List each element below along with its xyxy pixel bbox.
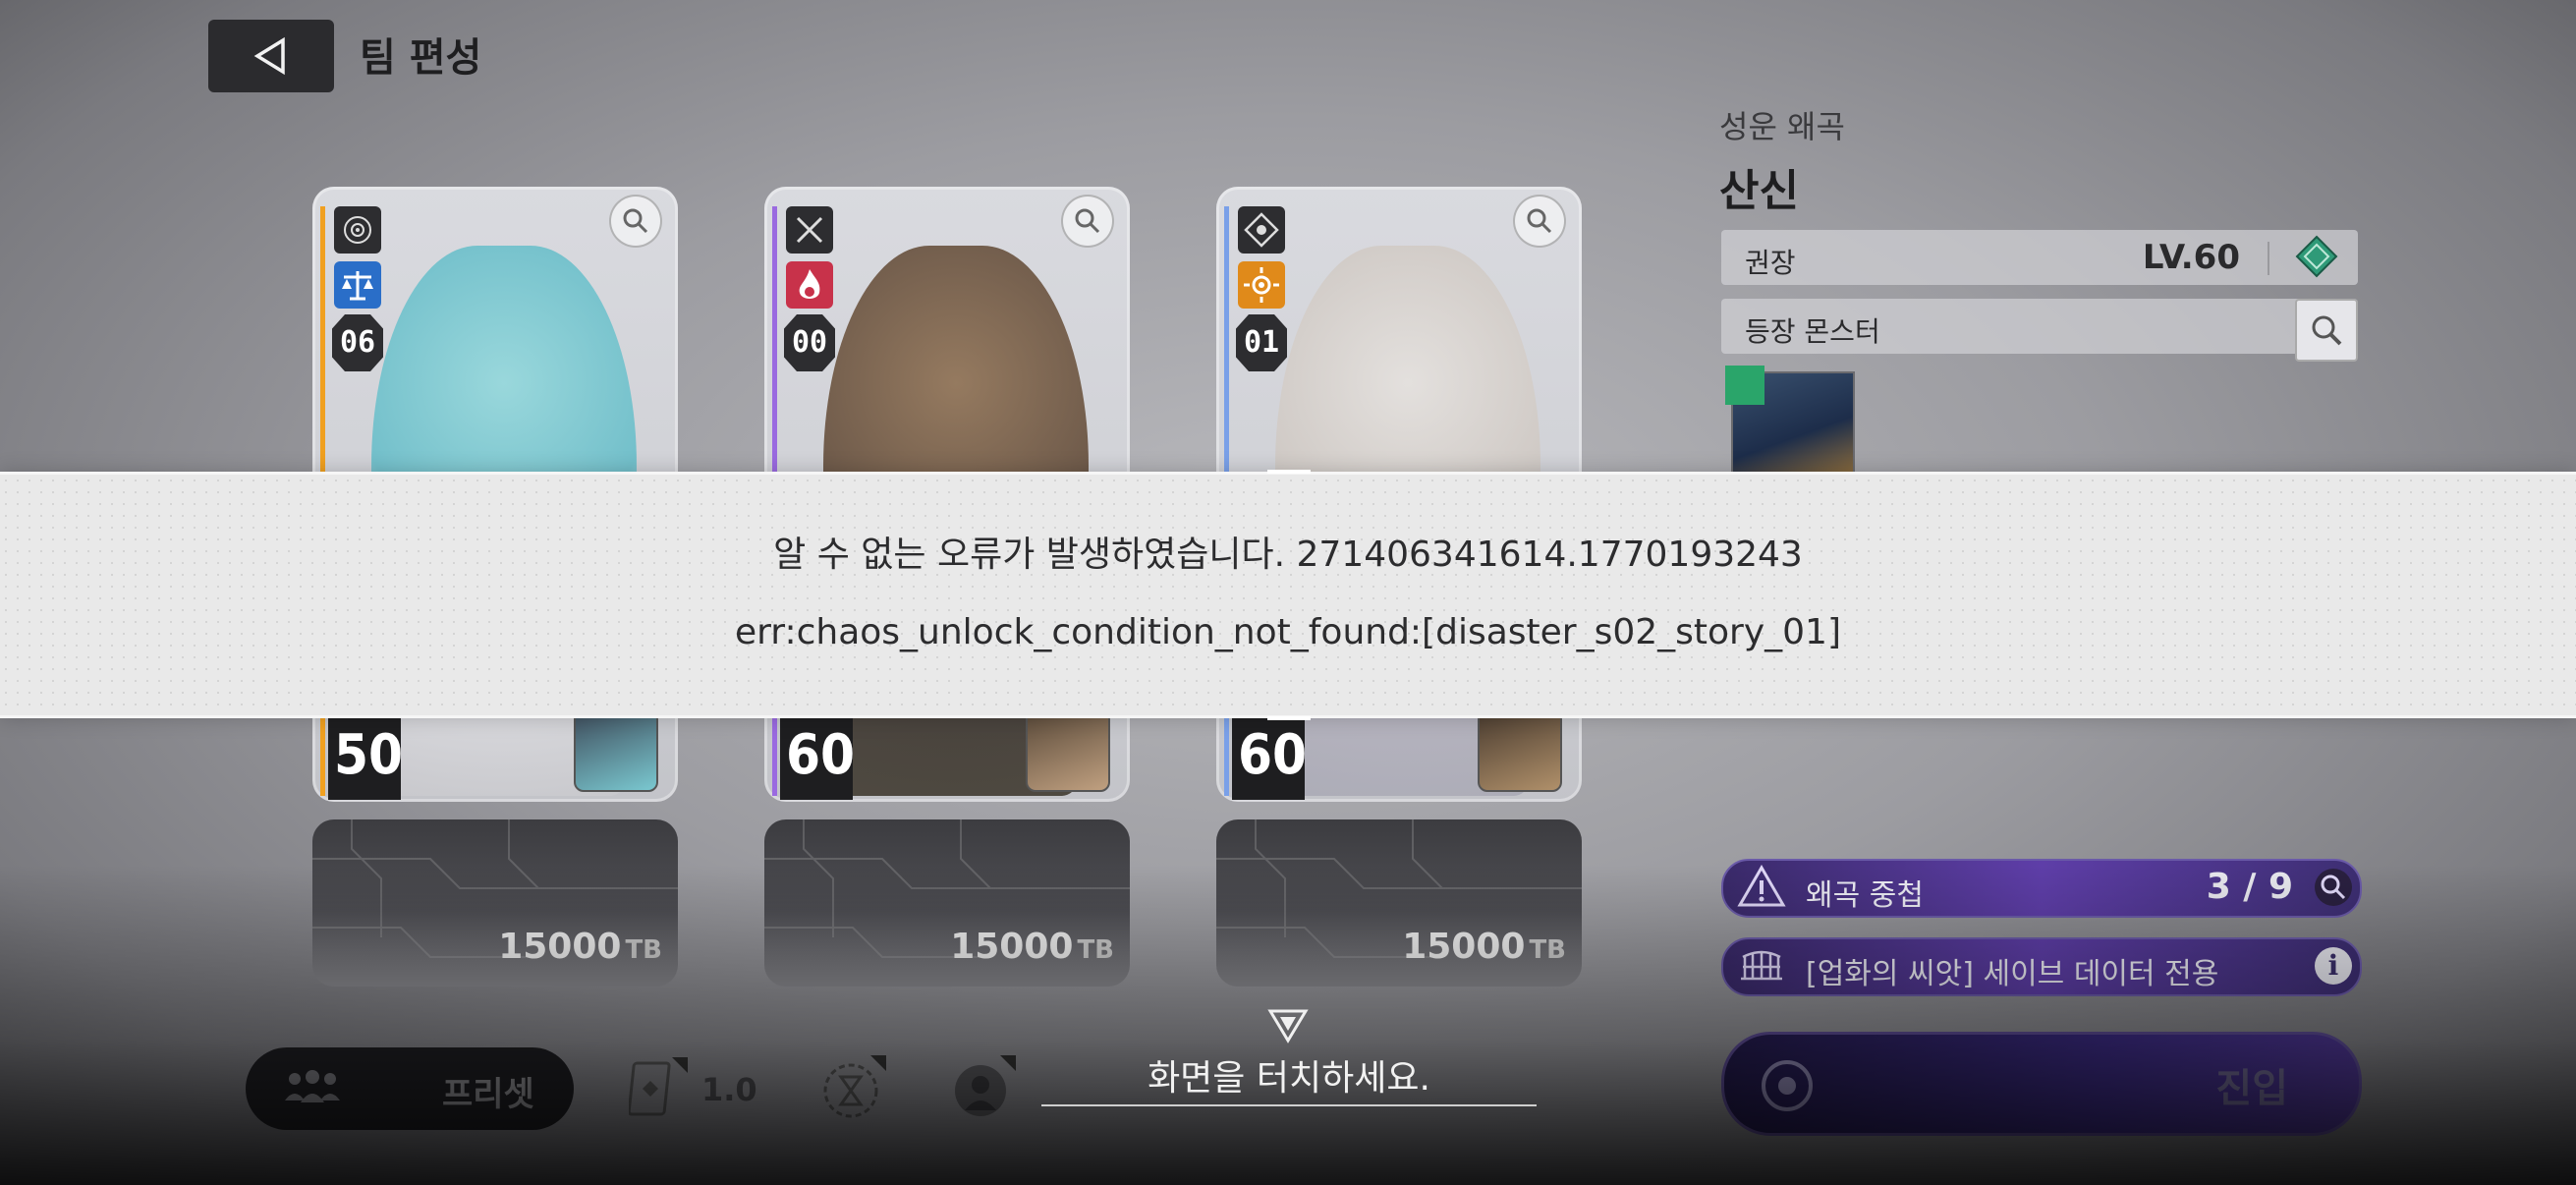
monster-type-badge-icon — [1725, 366, 1764, 405]
save-data-bar[interactable]: [업화의 씨앗] 세이브 데이터 전용 i — [1721, 937, 2362, 996]
monster-search-button[interactable] — [2295, 299, 2358, 362]
support-role-icon — [1238, 206, 1285, 254]
banner-tick-bottom — [1267, 716, 1311, 720]
back-arrow-icon — [253, 36, 285, 76]
distortion-stack-bar[interactable]: 왜곡 중첩 3 / 9 — [1721, 859, 2362, 918]
search-icon[interactable] — [2315, 869, 2352, 906]
support-avatar-icon[interactable] — [951, 1055, 1016, 1120]
save-data-label: [업화의 씨앗] 세이브 데이터 전용 — [1806, 957, 2219, 991]
stage-subtitle: 성운 왜곡 — [1719, 108, 1845, 145]
hourglass-timer-icon[interactable] — [821, 1055, 886, 1120]
colosseum-icon — [1741, 950, 1782, 981]
fire-element-icon — [786, 261, 833, 309]
monster-label: 등장 몬스터 — [1745, 315, 1880, 348]
card-speed-icon[interactable] — [629, 1057, 688, 1120]
prompt-underline — [1041, 1104, 1537, 1106]
touch-prompt[interactable]: 화면을 터치하세요. — [1041, 1049, 1537, 1100]
search-icon — [2312, 315, 2342, 346]
divider — [2268, 242, 2269, 275]
support-slot-1[interactable]: 15000 TB — [312, 819, 678, 987]
back-button[interactable] — [208, 20, 334, 92]
monster-row: 등장 몬스터 — [1721, 299, 2358, 362]
zoom-icon[interactable] — [1061, 195, 1114, 248]
team-icon — [285, 1070, 340, 1102]
recommended-level-row: 권장 LV.60 — [1721, 230, 2358, 285]
preset-label: 프리셋 — [442, 1075, 534, 1114]
cost-label: 15000 TB — [498, 927, 662, 967]
down-triangle-icon — [1267, 1009, 1309, 1044]
recommend-label: 권장 — [1745, 247, 1796, 279]
enter-label: 진입 — [2215, 1066, 2288, 1111]
swords-role-icon — [786, 206, 833, 254]
cost-label: 15000 TB — [950, 927, 1114, 967]
speed-value: 1.0 — [701, 1071, 757, 1108]
target-role-icon — [334, 206, 381, 254]
banner-tick-top — [1267, 470, 1311, 474]
error-message: 알 수 없는 오류가 발생하였습니다. 271406341614.1770193… — [773, 535, 1803, 575]
level-value: 50 — [334, 723, 404, 787]
cost-label: 15000 TB — [1402, 927, 1566, 967]
info-icon[interactable]: i — [2315, 947, 2352, 985]
slot-number: 06 — [332, 314, 383, 371]
distortion-count: 3 / 9 — [2206, 867, 2293, 907]
error-detail: err:chaos_unlock_condition_not_found:[di… — [734, 612, 1842, 652]
recommend-level: LV.60 — [2142, 238, 2240, 277]
level-value: 60 — [786, 723, 856, 787]
slot-number: 00 — [784, 314, 835, 371]
chibi-avatar — [1478, 709, 1562, 792]
zoom-icon[interactable] — [1513, 195, 1566, 248]
stage-name: 산신 — [1719, 166, 1799, 216]
chibi-avatar — [574, 709, 658, 792]
distortion-label: 왜곡 중첩 — [1806, 878, 1924, 913]
chibi-avatar — [1026, 709, 1110, 792]
target-ring-icon — [1762, 1060, 1813, 1111]
sun-element-icon — [1238, 261, 1285, 309]
warning-icon — [1737, 865, 1786, 907]
level-value: 60 — [1238, 723, 1308, 787]
support-slot-2[interactable]: 15000 TB — [764, 819, 1130, 987]
preset-button[interactable]: 프리셋 — [246, 1047, 574, 1130]
diamond-emblem-icon — [2295, 235, 2338, 278]
support-slot-3[interactable]: 15000 TB — [1216, 819, 1582, 987]
error-dialog[interactable]: 알 수 없는 오류가 발생하였습니다. 271406341614.1770193… — [0, 470, 2576, 720]
slot-number: 01 — [1236, 314, 1287, 371]
page-title: 팀 편성 — [360, 35, 482, 81]
zoom-icon[interactable] — [609, 195, 662, 248]
scales-element-icon — [334, 261, 381, 309]
enter-button[interactable]: 진입 — [1721, 1032, 2362, 1136]
